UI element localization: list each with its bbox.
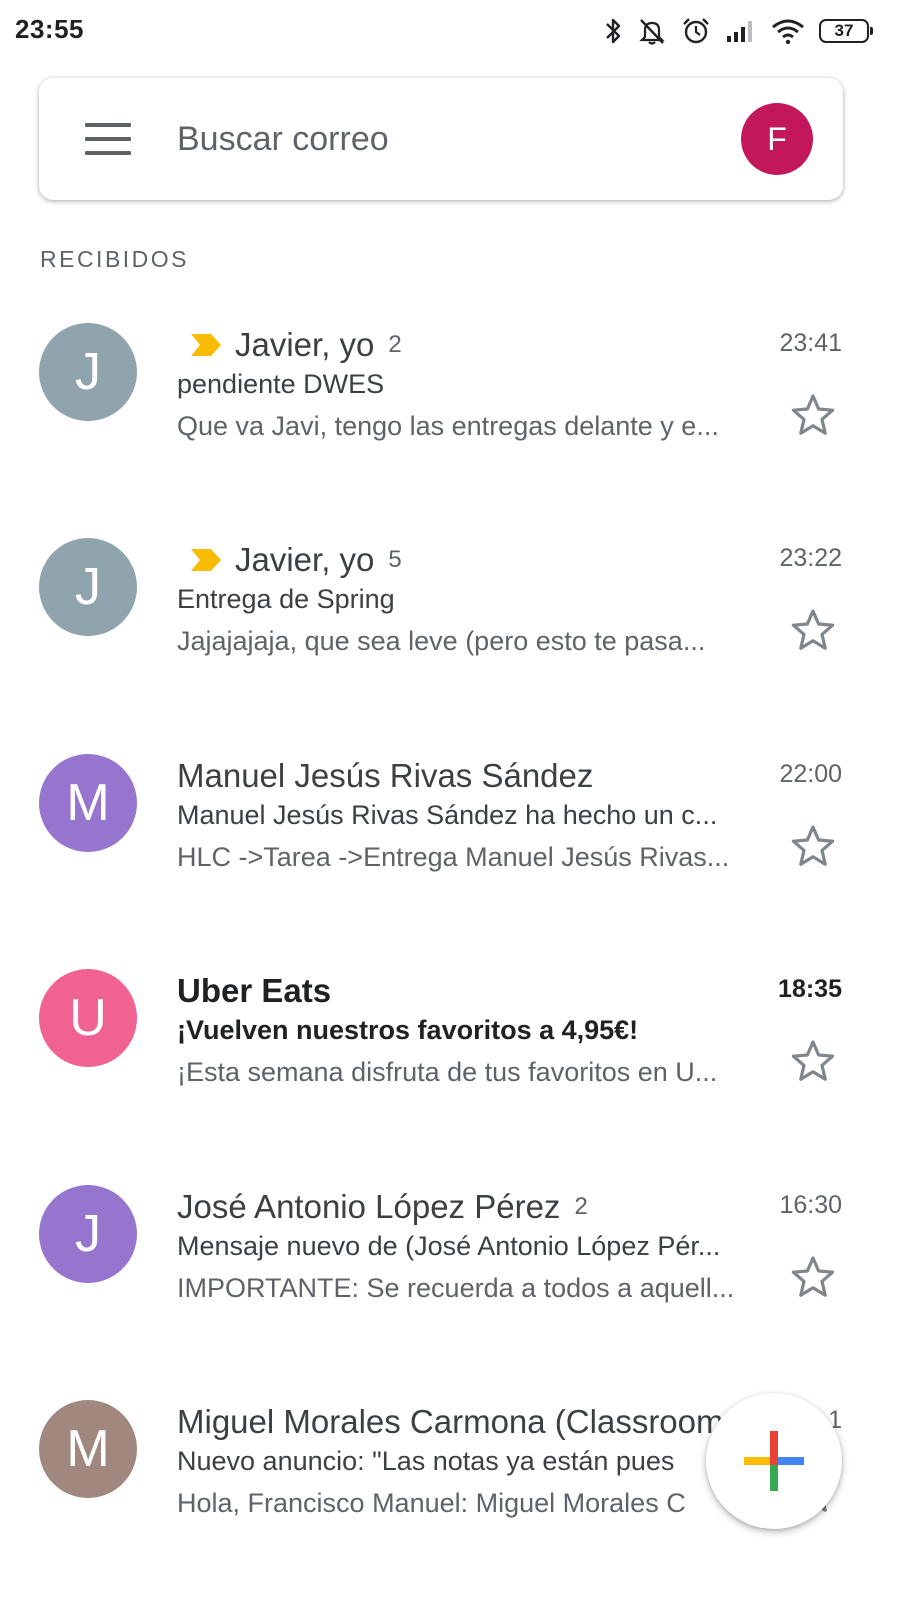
email-sender: Manuel Jesús Rivas Sández bbox=[177, 757, 594, 794]
star-icon[interactable] bbox=[789, 1037, 837, 1085]
importance-marker-icon[interactable] bbox=[191, 334, 221, 356]
email-time: 23:22 bbox=[779, 544, 842, 572]
hamburger-menu-icon[interactable] bbox=[85, 123, 131, 155]
email-row[interactable]: J Javier, yo 5 23:22 Entrega de Spring J… bbox=[0, 538, 899, 753]
email-snippet: HLC ->Tarea ->Entrega Manuel Jesús Rivas… bbox=[177, 842, 730, 872]
email-subject: Nuevo anuncio: "Las notas ya están pues bbox=[177, 1446, 675, 1476]
wifi-icon bbox=[772, 19, 804, 45]
mute-icon bbox=[639, 19, 665, 45]
email-sender: Javier, yo bbox=[235, 541, 375, 578]
email-subject: Entrega de Spring bbox=[177, 584, 395, 614]
email-snippet: Hola, Francisco Manuel: Miguel Morales C bbox=[177, 1488, 686, 1518]
email-subject: Mensaje nuevo de (José Antonio López Pér… bbox=[177, 1231, 721, 1261]
sender-avatar[interactable]: U bbox=[39, 969, 137, 1067]
thread-count: 2 bbox=[388, 331, 402, 358]
search-bar[interactable]: Buscar correo F bbox=[39, 78, 843, 200]
signal-icon bbox=[727, 21, 752, 42]
email-time: 22:00 bbox=[779, 760, 842, 788]
email-snippet: Jajajajaja, que sea leve (pero esto te p… bbox=[177, 626, 706, 656]
email-row[interactable]: U Uber Eats 18:35 ¡Vuelven nuestros favo… bbox=[0, 969, 899, 1184]
account-avatar[interactable]: F bbox=[741, 103, 813, 175]
sender-avatar[interactable]: M bbox=[39, 1400, 137, 1498]
sender-avatar[interactable]: J bbox=[39, 1185, 137, 1283]
email-row[interactable]: M Manuel Jesús Rivas Sández 22:00 Manuel… bbox=[0, 754, 899, 969]
star-icon[interactable] bbox=[789, 606, 837, 654]
search-input[interactable]: Buscar correo bbox=[177, 120, 389, 159]
section-label-inbox: RECIBIDOS bbox=[40, 246, 190, 272]
sender-avatar[interactable]: M bbox=[39, 754, 137, 852]
star-icon[interactable] bbox=[789, 822, 837, 870]
star-icon[interactable] bbox=[789, 1253, 837, 1301]
compose-button[interactable] bbox=[706, 1393, 842, 1529]
sender-avatar[interactable]: J bbox=[39, 323, 137, 421]
status-bar: 23:55 37 bbox=[0, 0, 899, 62]
email-subject: pendiente DWES bbox=[177, 369, 385, 399]
email-subject: ¡Vuelven nuestros favoritos a 4,95€! bbox=[177, 1015, 639, 1045]
email-time: 18:35 bbox=[778, 975, 842, 1003]
star-icon[interactable] bbox=[789, 391, 837, 439]
status-time: 23:55 bbox=[15, 14, 84, 44]
email-snippet: Que va Javi, tengo las entregas delante … bbox=[177, 411, 719, 441]
email-subject: Manuel Jesús Rivas Sández ha hecho un c.… bbox=[177, 800, 718, 830]
thread-count: 5 bbox=[388, 546, 402, 573]
email-row[interactable]: J Javier, yo 2 23:41 pendiente DWES Que … bbox=[0, 323, 899, 538]
email-sender: José Antonio López Pérez bbox=[177, 1188, 561, 1225]
thread-count: 2 bbox=[574, 1193, 588, 1220]
sender-avatar[interactable]: J bbox=[39, 538, 137, 636]
email-row[interactable]: J José Antonio López Pérez 2 16:30 Mensa… bbox=[0, 1185, 899, 1400]
email-snippet: IMPORTANTE: Se recuerda a todos a aquell… bbox=[177, 1273, 735, 1303]
email-time: 23:41 bbox=[779, 329, 842, 357]
email-sender: Javier, yo bbox=[235, 326, 375, 363]
importance-marker-icon[interactable] bbox=[191, 549, 221, 571]
compose-plus-icon bbox=[744, 1431, 804, 1491]
email-time: 16:30 bbox=[779, 1191, 842, 1219]
alarm-icon bbox=[683, 18, 709, 44]
battery-icon: 37 bbox=[819, 19, 873, 43]
email-sender: Uber Eats bbox=[177, 972, 332, 1009]
email-snippet: ¡Esta semana disfruta de tus favoritos e… bbox=[177, 1057, 718, 1087]
email-sender: Miguel Morales Carmona (Classroom bbox=[177, 1403, 724, 1440]
bluetooth-icon bbox=[606, 18, 621, 44]
